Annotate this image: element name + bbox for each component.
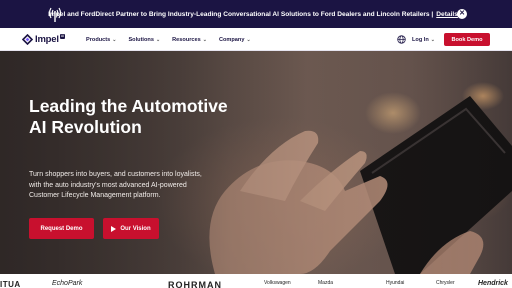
partner-logos-strip: ITUA EchoPark ROHRMAN Volkswagen Mazda H… xyxy=(0,274,512,288)
hero-description: Turn shoppers into buyers, and customers… xyxy=(29,171,202,200)
logo-badge: AI xyxy=(59,34,66,39)
nav-item-label: Resources xyxy=(172,36,201,43)
nav-item-products[interactable]: Products ⌄ xyxy=(86,37,116,43)
logo-text: Impel xyxy=(35,33,59,45)
partner-logo: Hyundai xyxy=(386,280,405,286)
chevron-down-icon: ⌄ xyxy=(430,36,435,43)
partner-logo: Chrysler xyxy=(436,280,455,286)
partner-logo: Volkswagen xyxy=(264,280,291,286)
globe-icon[interactable] xyxy=(397,35,406,44)
hero-section: Leading the Automotive AI Revolution Tur… xyxy=(0,51,512,274)
login-label: Log In xyxy=(412,36,429,43)
our-vision-label: Our Vision xyxy=(120,225,151,232)
partner-logo: Mazda xyxy=(318,280,334,286)
chevron-down-icon: ⌄ xyxy=(155,36,161,43)
nav-item-resources[interactable]: Resources ⌄ xyxy=(172,37,207,43)
hero-background-image xyxy=(0,51,512,274)
announcement-bar: Impel and FordDirect Partner to Bring In… xyxy=(0,0,512,28)
partner-logo: EchoPark xyxy=(52,280,83,287)
hero-title: Leading the Automotive AI Revolution xyxy=(29,96,228,137)
play-icon xyxy=(111,225,117,232)
nav-item-company[interactable]: Company ⌄ xyxy=(219,37,251,43)
our-vision-button[interactable]: Our Vision xyxy=(103,218,159,239)
partner-logo: ROHRMAN xyxy=(168,280,222,288)
nav-item-label: Company xyxy=(218,36,245,43)
announcement-text: Impel and FordDirect Partner to Bring In… xyxy=(48,10,434,18)
partner-logo: ITUA xyxy=(0,280,21,288)
login-menu[interactable]: Log In ⌄ xyxy=(412,28,435,51)
close-icon[interactable]: ✕ xyxy=(457,9,467,19)
announcement-details-link[interactable]: Details xyxy=(436,11,458,18)
nav-item-label: Solutions xyxy=(128,36,154,43)
chevron-down-icon: ⌄ xyxy=(246,36,251,43)
nav-item-label: Products xyxy=(86,36,111,43)
impel-logo[interactable]: Impel AI xyxy=(22,33,66,45)
broadcast-icon xyxy=(48,7,62,22)
chevron-down-icon: ⌄ xyxy=(202,36,207,43)
impel-logo-mark-icon xyxy=(22,33,33,45)
request-demo-button[interactable]: Request Demo xyxy=(29,218,94,239)
nav-item-solutions[interactable]: Solutions ⌄ xyxy=(128,37,160,43)
main-nav: Impel AI Products ⌄ Solutions ⌄ Resource… xyxy=(0,28,512,51)
partner-logo: Hendrick xyxy=(478,280,508,287)
book-demo-button[interactable]: Book Demo xyxy=(444,33,490,46)
chevron-down-icon: ⌄ xyxy=(112,36,117,43)
nav-menu: Products ⌄ Solutions ⌄ Resources ⌄ Compa… xyxy=(86,28,263,51)
